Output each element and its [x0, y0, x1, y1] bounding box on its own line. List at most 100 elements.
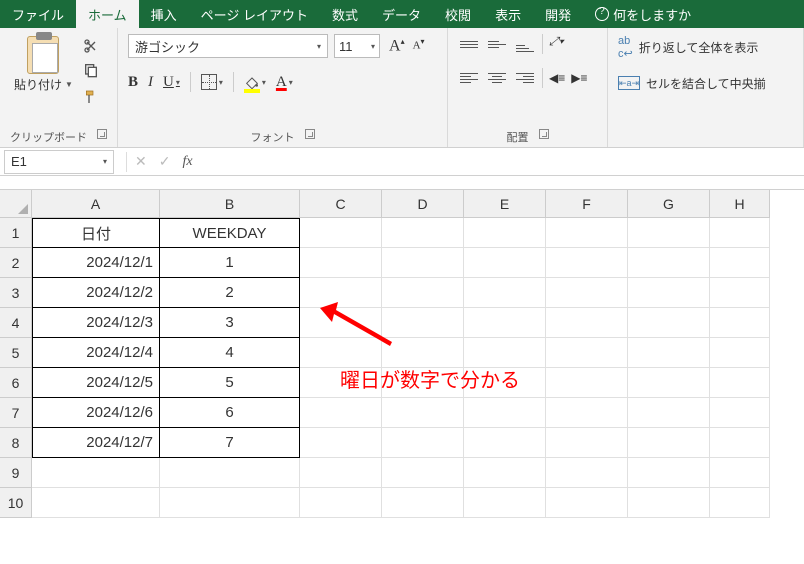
cell-B8[interactable]: 7	[160, 428, 300, 458]
formula-input[interactable]	[193, 150, 804, 174]
cell-G3[interactable]	[628, 278, 710, 308]
cell-B9[interactable]	[160, 458, 300, 488]
cell-H9[interactable]	[710, 458, 770, 488]
cell-H6[interactable]	[710, 368, 770, 398]
cell-D2[interactable]	[382, 248, 464, 278]
row-header-2[interactable]: 2	[0, 248, 32, 278]
cell-B1[interactable]: WEEKDAY	[160, 218, 300, 248]
tell-me-search[interactable]: 何をしますか	[583, 0, 703, 28]
cell-A8[interactable]: 2024/12/7	[32, 428, 160, 458]
align-bottom-button[interactable]	[514, 34, 536, 54]
cell-H1[interactable]	[710, 218, 770, 248]
cell-A10[interactable]	[32, 488, 160, 518]
decrease-indent-button[interactable]: ◀≡	[549, 68, 565, 88]
cell-B4[interactable]: 3	[160, 308, 300, 338]
column-header-C[interactable]: C	[300, 190, 382, 218]
cell-G8[interactable]	[628, 428, 710, 458]
underline-button[interactable]: U▾	[163, 74, 180, 91]
cell-E10[interactable]	[464, 488, 546, 518]
cell-G6[interactable]	[628, 368, 710, 398]
cell-A6[interactable]: 2024/12/5	[32, 368, 160, 398]
cell-A4[interactable]: 2024/12/3	[32, 308, 160, 338]
cell-H4[interactable]	[710, 308, 770, 338]
cell-F3[interactable]	[546, 278, 628, 308]
increase-indent-button[interactable]: ▶≡	[571, 68, 587, 88]
cell-B5[interactable]: 4	[160, 338, 300, 368]
cell-A5[interactable]: 2024/12/4	[32, 338, 160, 368]
cell-D7[interactable]	[382, 398, 464, 428]
cell-B2[interactable]: 1	[160, 248, 300, 278]
cell-G7[interactable]	[628, 398, 710, 428]
cell-E5[interactable]	[464, 338, 546, 368]
fill-color-button[interactable]: ▾	[244, 74, 266, 90]
cell-F2[interactable]	[546, 248, 628, 278]
cell-H3[interactable]	[710, 278, 770, 308]
format-painter-button[interactable]	[83, 89, 99, 105]
cell-F9[interactable]	[546, 458, 628, 488]
cell-E8[interactable]	[464, 428, 546, 458]
cell-C1[interactable]	[300, 218, 382, 248]
cell-A7[interactable]: 2024/12/6	[32, 398, 160, 428]
tab-formulas[interactable]: 数式	[320, 0, 370, 28]
cell-C3[interactable]	[300, 278, 382, 308]
cell-G2[interactable]	[628, 248, 710, 278]
insert-function-button[interactable]: fx	[182, 154, 192, 170]
row-header-4[interactable]: 4	[0, 308, 32, 338]
copy-button[interactable]	[83, 62, 99, 81]
cell-E7[interactable]	[464, 398, 546, 428]
cell-C2[interactable]	[300, 248, 382, 278]
cell-D4[interactable]	[382, 308, 464, 338]
column-header-B[interactable]: B	[160, 190, 300, 218]
column-header-E[interactable]: E	[464, 190, 546, 218]
cell-F4[interactable]	[546, 308, 628, 338]
clipboard-launcher[interactable]	[97, 129, 107, 139]
tab-view[interactable]: 表示	[483, 0, 533, 28]
align-left-button[interactable]	[458, 68, 480, 88]
cell-H8[interactable]	[710, 428, 770, 458]
cell-F1[interactable]	[546, 218, 628, 248]
cell-G10[interactable]	[628, 488, 710, 518]
font-size-select[interactable]: 11 ▾	[334, 34, 380, 58]
cell-E2[interactable]	[464, 248, 546, 278]
cell-E6[interactable]	[464, 368, 546, 398]
cell-C4[interactable]	[300, 308, 382, 338]
cell-B7[interactable]: 6	[160, 398, 300, 428]
alignment-launcher[interactable]	[539, 129, 549, 139]
cut-button[interactable]	[83, 38, 99, 54]
tab-developer[interactable]: 開発	[533, 0, 583, 28]
align-center-button[interactable]	[486, 68, 508, 88]
cell-E4[interactable]	[464, 308, 546, 338]
align-right-button[interactable]	[514, 68, 536, 88]
name-box[interactable]: E1 ▾	[4, 150, 114, 174]
cell-F7[interactable]	[546, 398, 628, 428]
cell-D6[interactable]	[382, 368, 464, 398]
merge-center-button[interactable]: ⇤a⇥ セルを結合して中央揃	[618, 70, 793, 96]
cell-D3[interactable]	[382, 278, 464, 308]
cell-D9[interactable]	[382, 458, 464, 488]
cell-H10[interactable]	[710, 488, 770, 518]
paste-button[interactable]: 貼り付け ▼	[10, 34, 77, 95]
cancel-formula-button[interactable]: ✕	[135, 153, 147, 170]
cell-H7[interactable]	[710, 398, 770, 428]
row-header-6[interactable]: 6	[0, 368, 32, 398]
grow-font-button[interactable]: A▴	[386, 35, 408, 57]
cell-A2[interactable]: 2024/12/1	[32, 248, 160, 278]
cell-A3[interactable]: 2024/12/2	[32, 278, 160, 308]
row-header-7[interactable]: 7	[0, 398, 32, 428]
cell-C5[interactable]	[300, 338, 382, 368]
column-header-F[interactable]: F	[546, 190, 628, 218]
column-header-D[interactable]: D	[382, 190, 464, 218]
cell-E3[interactable]	[464, 278, 546, 308]
font-launcher[interactable]	[305, 129, 315, 139]
row-header-9[interactable]: 9	[0, 458, 32, 488]
cell-C10[interactable]	[300, 488, 382, 518]
row-header-8[interactable]: 8	[0, 428, 32, 458]
cell-D5[interactable]	[382, 338, 464, 368]
italic-button[interactable]: I	[148, 74, 153, 91]
row-header-5[interactable]: 5	[0, 338, 32, 368]
column-header-A[interactable]: A	[32, 190, 160, 218]
font-color-button[interactable]: A ▾	[276, 74, 293, 91]
shrink-font-button[interactable]: A▾	[410, 35, 428, 57]
cell-H5[interactable]	[710, 338, 770, 368]
cell-E9[interactable]	[464, 458, 546, 488]
